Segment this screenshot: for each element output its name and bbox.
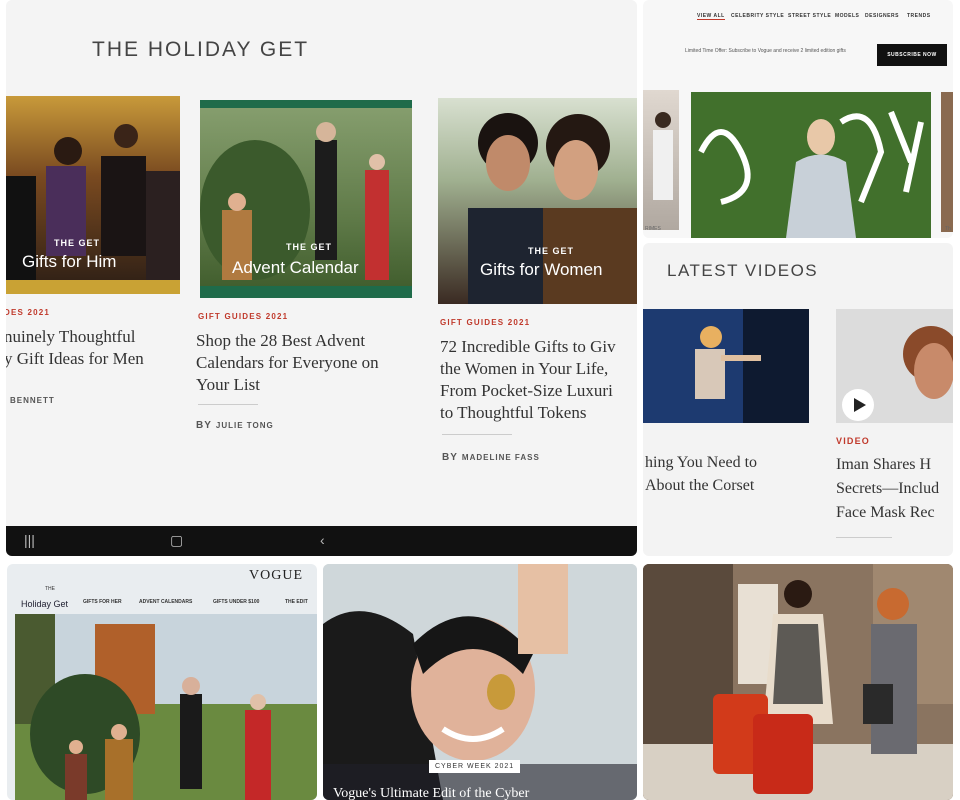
slide-prev-image[interactable] (643, 90, 679, 230)
recents-icon[interactable]: ||| (24, 532, 35, 548)
cyber-week-headline[interactable]: Vogue's Ultimate Edit of the Cyber (333, 786, 529, 800)
card-kicker: THE GET (528, 246, 575, 256)
vogue-logo[interactable]: VOGUE (249, 568, 303, 584)
back-icon[interactable]: ‹ (320, 532, 325, 548)
play-icon[interactable] (842, 389, 874, 421)
holiday-get-kicker: THE (45, 586, 55, 592)
offer-text: Limited Time Offer: Subscribe to Vogue a… (685, 48, 846, 54)
section-title: LATEST VIDEOS (667, 261, 819, 280)
nav-celebrity-style[interactable]: CELEBRITY STYLE (731, 13, 784, 19)
system-nav-bar: ||| ▢ ‹ (6, 526, 637, 556)
card-tag: GIFT GUIDES 2021 (440, 318, 531, 327)
slide-caption: RIMES (645, 226, 661, 232)
street-style-image[interactable] (643, 564, 953, 800)
card-kicker: THE GET (286, 242, 333, 252)
card-byline: BENNETT (10, 396, 55, 405)
nav-view-all[interactable]: VIEW ALL (697, 13, 725, 20)
slide-next-image[interactable] (941, 92, 953, 232)
menu-gifts-for-her[interactable]: GIFTS FOR HER (83, 599, 122, 605)
holiday-get-screen: THE HOLIDAY GET THE GET Gifts for Him DE… (6, 0, 637, 556)
home-icon[interactable]: ▢ (170, 532, 183, 549)
video-thumbnail[interactable] (643, 309, 809, 423)
card-label: Gifts for Women (480, 260, 603, 279)
divider (836, 537, 892, 538)
menu-gifts-under-100[interactable]: GIFTS UNDER $100 (213, 599, 259, 605)
nav-models[interactable]: MODELS (835, 13, 859, 19)
card-headline[interactable]: 72 Incredible Gifts to Giv the Women in Y… (440, 336, 616, 424)
video-headline[interactable]: hing You Need to About the Corset (645, 451, 757, 497)
video-thumbnail[interactable] (836, 309, 953, 423)
video-headline[interactable]: Iman Shares H Secrets—Includ Face Mask Rec (836, 453, 939, 525)
video-tag: VIDEO (836, 436, 871, 446)
card-label: Advent Calendar (232, 258, 359, 277)
card-kicker: THE GET (54, 238, 101, 248)
card-byline: BY MADELINE FASS (442, 452, 540, 463)
cyber-week-screen: CYBER WEEK 2021 Vogue's Ultimate Edit of… (323, 564, 637, 800)
vogue-holiday-page: VOGUE THE Holiday Get GIFTS FOR HER ADVE… (7, 564, 317, 800)
card-tag: GIFT GUIDES 2021 (198, 312, 289, 321)
gifts-for-him-card[interactable]: THE GET Gifts for Him (6, 96, 180, 294)
card-tag: DES 2021 (6, 308, 51, 317)
nav-designers[interactable]: DESIGNERS (865, 13, 899, 19)
subscribe-button[interactable]: SUBSCRIBE NOW (877, 44, 947, 66)
street-style-photo (643, 564, 953, 800)
cyber-week-badge: CYBER WEEK 2021 (429, 760, 521, 773)
menu-advent-calendars[interactable]: ADVENT CALENDARS (139, 599, 192, 605)
gifts-for-women-card[interactable]: THE GET Gifts for Women (438, 98, 637, 304)
card-byline: BY JULIE TONG (196, 420, 274, 431)
menu-the-edit[interactable]: THE EDIT (285, 599, 308, 605)
card-headline[interactable]: nuinely Thoughtful y Gift Ideas for Men (6, 326, 144, 370)
section-title: THE HOLIDAY GET (92, 38, 310, 61)
advent-hero-image[interactable] (15, 614, 317, 800)
divider (442, 434, 512, 435)
slide-caption: Th (945, 226, 951, 232)
latest-videos-screen: LATEST VIDEOS hing You Need to About the … (643, 243, 953, 556)
holiday-get-title[interactable]: Holiday Get (21, 599, 68, 609)
advent-calendar-card[interactable]: THE GET Advent Calendar (200, 100, 412, 298)
nav-trends[interactable]: TRENDS (907, 13, 931, 19)
divider (198, 404, 258, 405)
card-label: Gifts for Him (22, 252, 117, 271)
vogue-nav-screen: VIEW ALL CELEBRITY STYLE STREET STYLE MO… (643, 0, 953, 238)
nav-street-style[interactable]: STREET STYLE (788, 13, 831, 19)
card-headline[interactable]: Shop the 28 Best Advent Calendars for Eve… (196, 330, 379, 396)
featured-slide-image[interactable] (691, 92, 931, 238)
